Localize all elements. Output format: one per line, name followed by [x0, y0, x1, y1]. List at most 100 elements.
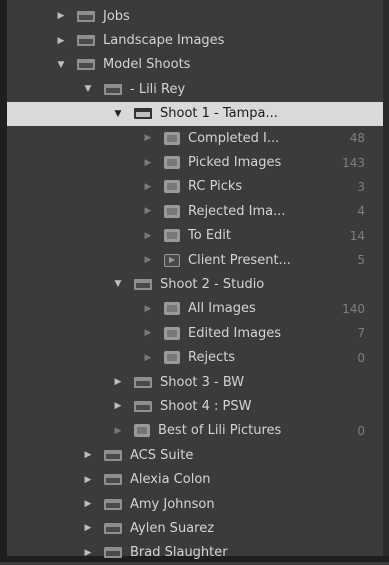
- tree-item-label: Rejects: [188, 350, 236, 366]
- tree-row[interactable]: ▶ Picked Images 143: [7, 150, 389, 174]
- tree-row[interactable]: ▶ Rejects 0: [7, 345, 389, 369]
- tree-row[interactable]: ▶ Brad Slaughter: [7, 541, 389, 565]
- tree-row[interactable]: ▶ Completed I... 48: [7, 126, 389, 150]
- tree-row[interactable]: ▼ Shoot 1 - Tampa...: [7, 101, 389, 126]
- tree-row[interactable]: ▶ Shoot 3 - BW: [7, 370, 389, 394]
- collection-icon: [164, 326, 180, 340]
- tree-item-label: All Images: [188, 301, 256, 317]
- disclosure-collapsed-icon[interactable]: ▶: [142, 328, 154, 338]
- tree-item-label: Aylen Suarez: [130, 520, 215, 536]
- photo-count: 4: [357, 204, 365, 219]
- collection-set-icon: [104, 449, 122, 461]
- collection-icon: [164, 180, 180, 194]
- tree-row[interactable]: ▶ RC Picks 3: [7, 175, 389, 199]
- disclosure-collapsed-icon[interactable]: ▶: [82, 499, 94, 509]
- collection-icon: [164, 302, 180, 316]
- tree-row[interactable]: ▶ Landscape Images: [7, 28, 389, 52]
- tree-item-label: Jobs: [103, 8, 130, 24]
- disclosure-collapsed-icon[interactable]: ▶: [112, 426, 124, 436]
- disclosure-collapsed-icon[interactable]: ▶: [55, 36, 67, 46]
- collection-icon: [164, 204, 180, 218]
- collection-set-icon: [104, 498, 122, 510]
- tree-row[interactable]: ▶ Shoot 4 : PSW: [7, 394, 389, 418]
- tree-row[interactable]: ▶ Best of Lili Pictures 0: [7, 419, 389, 443]
- tree-item-label: Best of Lili Pictures: [158, 423, 282, 439]
- disclosure-collapsed-icon[interactable]: ▶: [142, 255, 154, 265]
- tree-row[interactable]: ▼ Shoot 2 - Studio: [7, 272, 389, 296]
- disclosure-collapsed-icon[interactable]: ▶: [142, 206, 154, 216]
- tree-row[interactable]: ▶ To Edit 14: [7, 224, 389, 248]
- tree-item-label: Shoot 1 - Tampa...: [160, 106, 278, 122]
- photo-count: 143: [342, 155, 365, 170]
- disclosure-expanded-icon[interactable]: ▼: [112, 109, 124, 119]
- disclosure-expanded-icon[interactable]: ▼: [55, 60, 67, 70]
- tree-row[interactable]: ▶ Client Present... 5: [7, 248, 389, 272]
- tree-item-label: - Lili Rey: [130, 81, 186, 97]
- tree-item-label: Shoot 4 : PSW: [160, 398, 252, 414]
- collection-icon: [164, 351, 180, 365]
- collection-set-icon: [134, 278, 152, 290]
- collection-set-icon: [104, 474, 122, 486]
- tree-row[interactable]: ▶ ACS Suite: [7, 443, 389, 467]
- disclosure-collapsed-icon[interactable]: ▶: [82, 475, 94, 485]
- disclosure-expanded-icon[interactable]: ▼: [82, 84, 94, 94]
- photo-count: 14: [349, 228, 365, 243]
- tree-item-label: Amy Johnson: [130, 496, 215, 512]
- tree-item-label: Picked Images: [188, 155, 282, 171]
- photo-count: 5: [357, 253, 365, 268]
- collection-set-icon: [77, 35, 95, 47]
- collection-set-icon: [134, 376, 152, 388]
- disclosure-collapsed-icon[interactable]: ▶: [82, 548, 94, 558]
- disclosure-collapsed-icon[interactable]: ▶: [142, 231, 154, 241]
- collection-set-icon: [104, 547, 122, 559]
- collection-set-icon: [104, 83, 122, 95]
- tree-row[interactable]: ▶ Alexia Colon: [7, 467, 389, 491]
- tree-row[interactable]: ▶ Rejected Ima... 4: [7, 199, 389, 223]
- disclosure-collapsed-icon[interactable]: ▶: [142, 182, 154, 192]
- tree-row[interactable]: ▼ - Lili Rey: [7, 77, 389, 101]
- tree-row[interactable]: ▶ Amy Johnson: [7, 492, 389, 516]
- collection-icon: [164, 156, 180, 170]
- disclosure-collapsed-icon[interactable]: ▶: [142, 158, 154, 168]
- disclosure-collapsed-icon[interactable]: ▶: [142, 133, 154, 143]
- disclosure-collapsed-icon[interactable]: ▶: [82, 523, 94, 533]
- tree-item-label: Model Shoots: [103, 57, 191, 73]
- tree-row[interactable]: ▶ Aylen Suarez: [7, 516, 389, 540]
- collection-icon: [164, 131, 180, 145]
- disclosure-expanded-icon[interactable]: ▼: [112, 279, 124, 289]
- tree-row[interactable]: ▶ Edited Images 7: [7, 321, 389, 345]
- photo-count: 0: [357, 350, 365, 365]
- tree-item-label: Rejected Ima...: [188, 203, 286, 219]
- collection-set-icon: [77, 59, 95, 71]
- collection-set-icon: [134, 108, 152, 120]
- disclosure-collapsed-icon[interactable]: ▶: [142, 304, 154, 314]
- tree-item-label: ACS Suite: [130, 447, 194, 463]
- tree-item-label: RC Picks: [188, 179, 243, 195]
- tree-item-label: Shoot 2 - Studio: [160, 276, 265, 292]
- tree-item-label: Edited Images: [188, 325, 282, 341]
- tree-row[interactable]: ▼ Model Shoots: [7, 53, 389, 77]
- tree-item-label: Alexia Colon: [130, 472, 211, 488]
- collection-icon: [134, 424, 150, 438]
- tree-row[interactable]: ▶ Jobs: [7, 4, 389, 28]
- tree-item-label: Client Present...: [188, 252, 291, 268]
- collection-set-icon: [104, 522, 122, 534]
- tree-row[interactable]: ▶ All Images 140: [7, 297, 389, 321]
- photo-count: 140: [342, 301, 365, 316]
- disclosure-collapsed-icon[interactable]: ▶: [55, 11, 67, 21]
- disclosure-collapsed-icon[interactable]: ▶: [142, 353, 154, 363]
- collection-tree: ▶ Jobs ▶ Landscape Images ▼ Model Shoots ▼ - Li…: [7, 0, 389, 565]
- photo-count: 0: [357, 423, 365, 438]
- collection-set-icon: [134, 400, 152, 412]
- collection-icon: [164, 229, 180, 243]
- disclosure-collapsed-icon[interactable]: ▶: [82, 450, 94, 460]
- collections-panel: ▶ Jobs ▶ Landscape Images ▼ Model Shoots ▼ - Li…: [0, 0, 389, 562]
- tree-item-label: Brad Slaughter: [130, 545, 228, 561]
- smart-collection-icon: [164, 253, 180, 267]
- collection-set-icon: [77, 10, 95, 22]
- disclosure-collapsed-icon[interactable]: ▶: [112, 377, 124, 387]
- disclosure-collapsed-icon[interactable]: ▶: [112, 401, 124, 411]
- photo-count: 7: [357, 326, 365, 341]
- tree-item-label: To Edit: [188, 228, 231, 244]
- tree-item-label: Shoot 3 - BW: [160, 374, 245, 390]
